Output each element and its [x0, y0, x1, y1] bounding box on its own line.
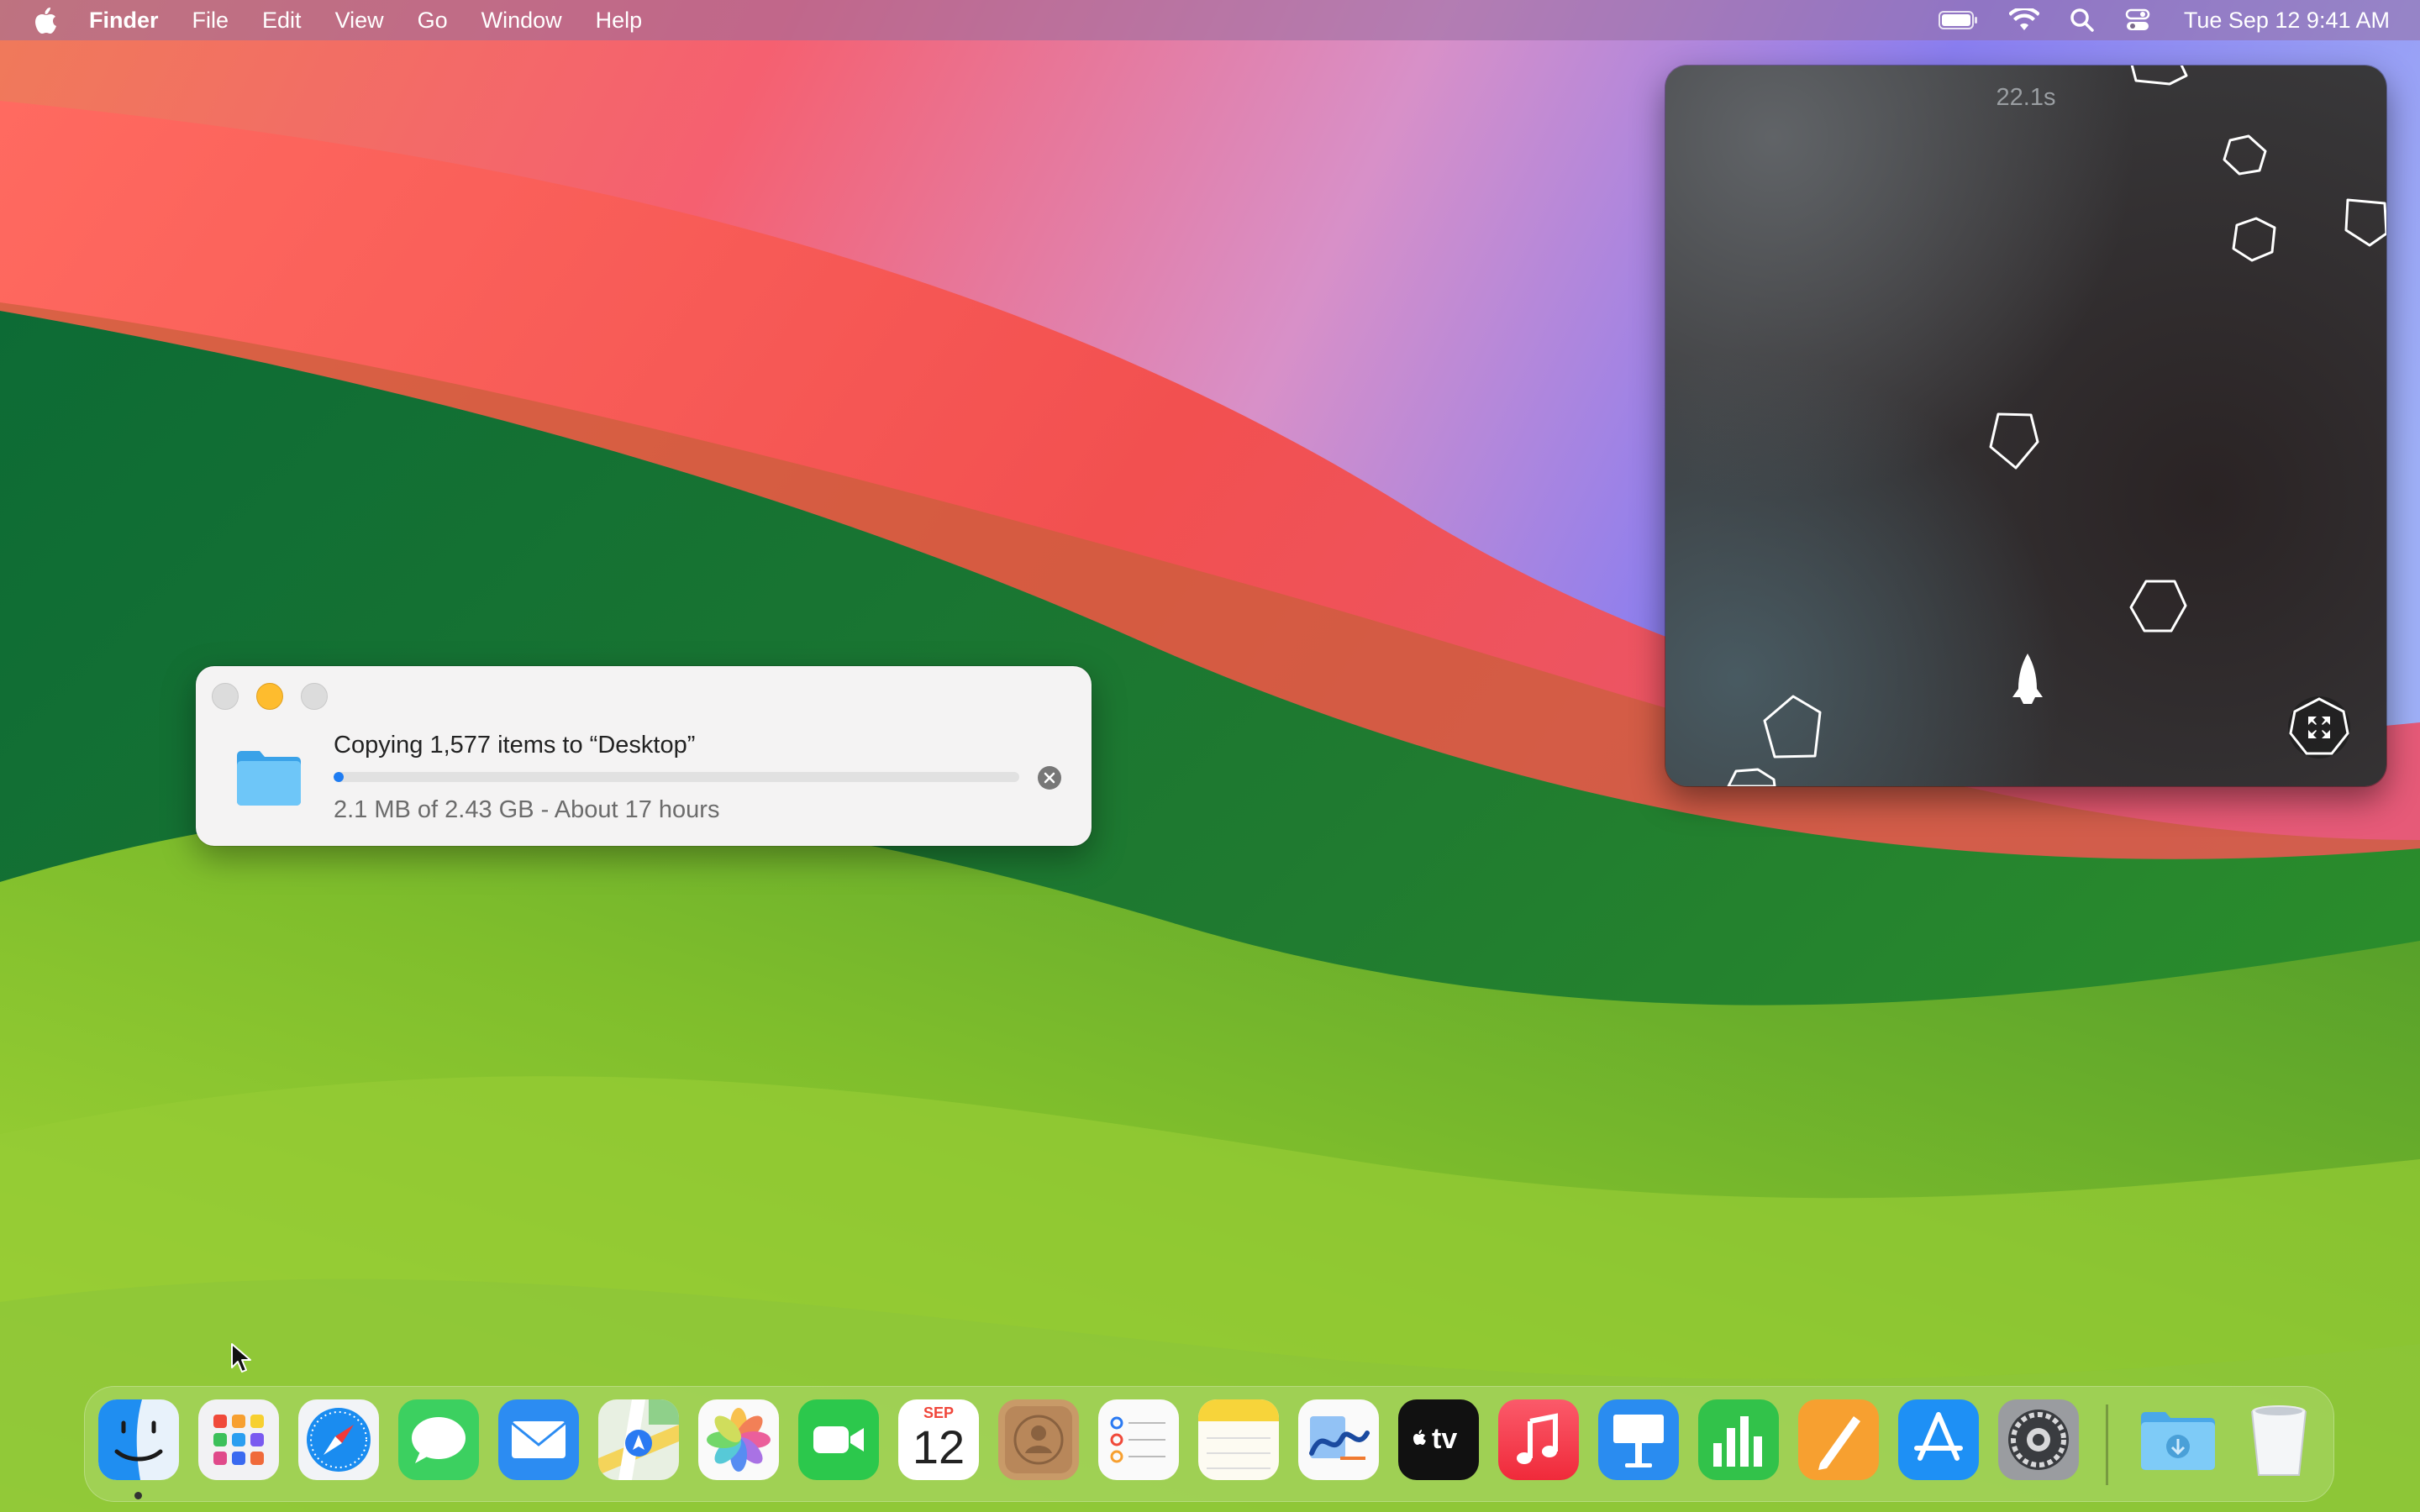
fullscreen-toggle-icon[interactable]	[2288, 696, 2350, 759]
menu-window[interactable]: Window	[481, 8, 562, 34]
keynote-icon[interactable]	[1598, 1399, 1679, 1480]
window-minimize-button[interactable]	[256, 683, 283, 710]
system-settings-icon[interactable]	[1998, 1399, 2079, 1480]
dock: SEP 12 tv	[84, 1386, 2334, 1502]
asteroid	[1727, 768, 1776, 786]
running-indicator	[134, 1492, 142, 1499]
copy-title: Copying 1,577 items to “Desktop”	[334, 732, 696, 759]
asteroid	[2129, 580, 2187, 633]
mouse-cursor-icon	[231, 1343, 251, 1373]
control-center-icon[interactable]	[2125, 8, 2150, 32]
calendar-day: 12	[912, 1420, 965, 1473]
copy-progress-dialog: Copying 1,577 items to “Desktop” 2.1 MB …	[196, 666, 1092, 846]
safari-icon[interactable]	[298, 1399, 379, 1480]
window-zoom-button[interactable]	[301, 683, 328, 710]
rocket-ship-icon	[2012, 654, 2043, 704]
asteroid	[1989, 412, 2039, 470]
notes-icon[interactable]	[1198, 1399, 1279, 1480]
apple-tv-label: tv	[1432, 1423, 1458, 1455]
photos-icon[interactable]	[698, 1399, 779, 1480]
music-icon[interactable]	[1498, 1399, 1579, 1480]
wifi-icon[interactable]	[2008, 8, 2039, 32]
messages-icon[interactable]	[398, 1399, 479, 1480]
copy-status-text: 2.1 MB of 2.43 GB - About 17 hours	[334, 796, 720, 823]
numbers-icon[interactable]	[1698, 1399, 1779, 1480]
menu-file[interactable]: File	[192, 8, 229, 34]
calendar-icon[interactable]: SEP 12	[898, 1399, 979, 1480]
finder-icon[interactable]	[98, 1399, 179, 1480]
maps-icon[interactable]	[598, 1399, 679, 1480]
menu-help[interactable]: Help	[596, 8, 643, 34]
downloads-folder-icon[interactable]	[2138, 1399, 2218, 1480]
battery-icon[interactable]	[1938, 10, 1979, 30]
game-window[interactable]: 22.1s	[1665, 66, 2386, 786]
window-close-button[interactable]	[212, 683, 239, 710]
game-field[interactable]	[1665, 66, 2386, 786]
facetime-icon[interactable]	[798, 1399, 879, 1480]
app-store-icon[interactable]	[1898, 1399, 1979, 1480]
calendar-month: SEP	[923, 1404, 955, 1421]
copy-progress-bar	[334, 772, 1019, 782]
pages-icon[interactable]	[1798, 1399, 1879, 1480]
folder-icon	[237, 751, 301, 806]
menu-edit[interactable]: Edit	[262, 8, 302, 34]
cancel-copy-icon[interactable]	[1038, 766, 1061, 790]
menu-app-name[interactable]: Finder	[89, 8, 159, 34]
asteroid	[2130, 66, 2188, 86]
apple-tv-icon[interactable]: tv	[1398, 1399, 1479, 1480]
asteroid	[2344, 198, 2386, 247]
dock-separator	[2106, 1404, 2108, 1485]
asteroid	[1763, 695, 1822, 759]
asteroid	[2223, 134, 2267, 176]
freeform-icon[interactable]	[1298, 1399, 1379, 1480]
copy-progress-fill	[334, 772, 344, 782]
menu-view[interactable]: View	[335, 8, 384, 34]
launchpad-icon[interactable]	[198, 1399, 279, 1480]
menu-clock[interactable]: Tue Sep 12 9:41 AM	[2184, 8, 2390, 34]
menu-bar: Finder File Edit View Go Window Help Tue…	[0, 0, 2420, 40]
menu-go[interactable]: Go	[418, 8, 448, 34]
mail-icon[interactable]	[498, 1399, 579, 1480]
asteroid	[2232, 217, 2276, 262]
reminders-icon[interactable]	[1098, 1399, 1179, 1480]
trash-icon[interactable]	[2238, 1399, 2319, 1480]
spotlight-search-icon[interactable]	[2070, 8, 2095, 33]
apple-icon[interactable]	[30, 3, 60, 37]
contacts-icon[interactable]	[998, 1399, 1079, 1480]
